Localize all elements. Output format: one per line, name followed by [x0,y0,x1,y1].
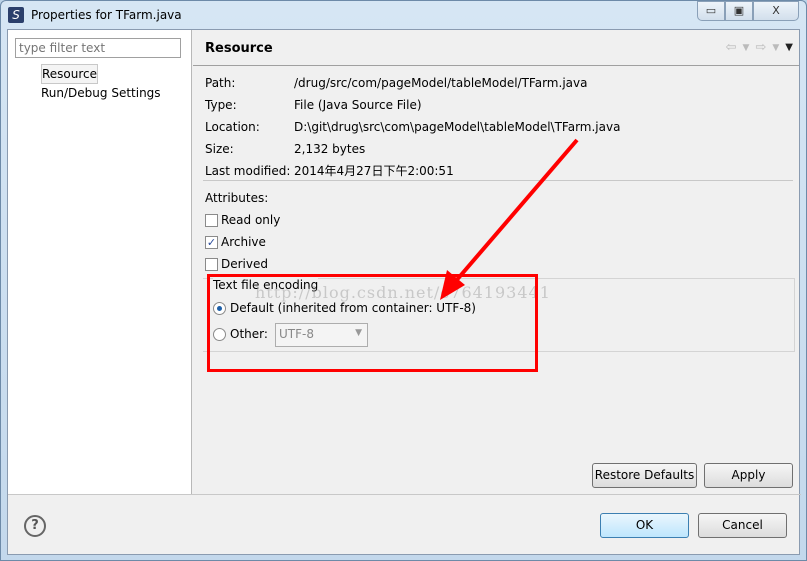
annotation-arrow [440,138,579,300]
